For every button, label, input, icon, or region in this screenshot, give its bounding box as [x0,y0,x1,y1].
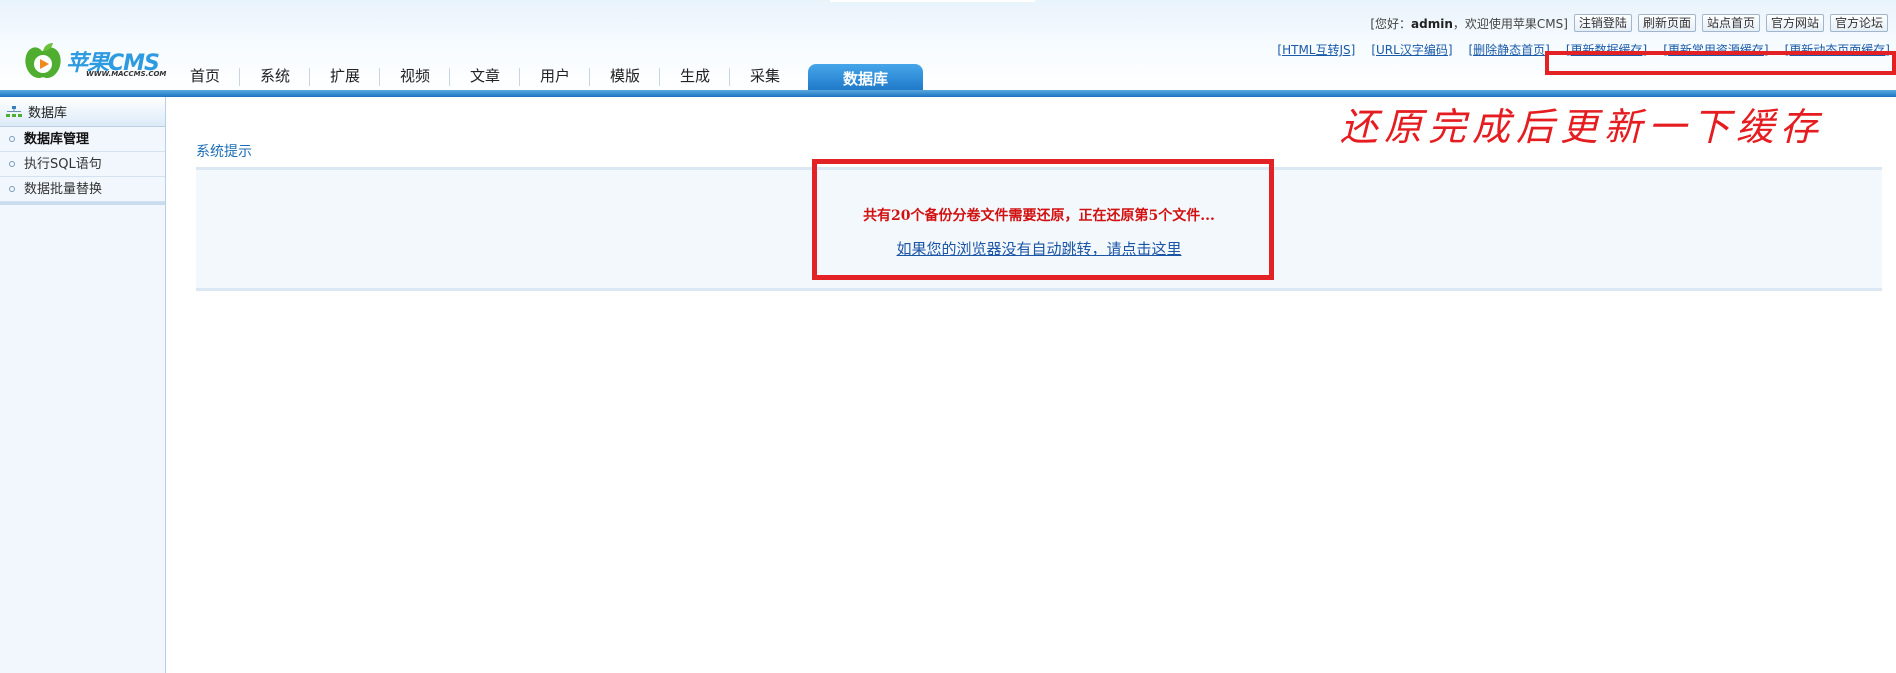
greeting-user: admin [1411,16,1453,31]
refresh-button[interactable]: 刷新页面 [1637,14,1696,32]
bullet-icon [9,186,15,192]
nav-label: 模版 [609,67,640,85]
user-toolbar: [您好：admin，欢迎使用苹果CMS] 注销登陆 刷新页面 站点首页 官方网站… [1370,14,1888,32]
page-title: 系统提示 [196,144,252,160]
nav-label: 采集 [749,67,780,85]
header: 苹果CMS WWW.MACCMS.COM 首页 系统 扩展 视频 文章 用户 模… [0,0,1896,97]
nav-template[interactable]: 模版 [590,62,660,90]
official-site-button[interactable]: 官方网站 [1765,14,1824,32]
site-home-button[interactable]: 站点首页 [1701,14,1760,32]
nav-video[interactable]: 视频 [380,62,450,90]
nav-label: 数据库 [842,70,888,88]
url-encode-link[interactable]: [URL汉字编码] [1371,41,1452,58]
sidebar-item-label: 数据批量替换 [24,181,103,197]
tree-icon [6,105,22,117]
annotation-highlight-cache-links [1545,51,1896,75]
main-nav: 首页 系统 扩展 视频 文章 用户 模版 生成 采集 数据库 [170,62,923,94]
bullet-icon [9,136,15,142]
bullet-icon [9,161,15,167]
sidebar: 数据库 数据库管理 执行SQL语句 数据批量替换 [0,97,166,673]
nav-label: 系统 [259,67,290,85]
sidebar-item-exec-sql[interactable]: 执行SQL语句 [0,152,165,177]
sidebar-title-label: 数据库 [28,106,68,121]
sidebar-item-label: 执行SQL语句 [24,156,102,172]
sidebar-item-batch-replace[interactable]: 数据批量替换 [0,177,165,202]
nav-collect[interactable]: 采集 [730,62,800,90]
nav-generate[interactable]: 生成 [660,62,730,90]
logo-url: WWW.MACCMS.COM [86,70,167,78]
greeting-prefix: [您好： [1370,16,1412,31]
annotation-highlight-message [812,159,1274,280]
sidebar-item-label: 数据库管理 [24,131,90,147]
nav-label: 首页 [189,67,220,85]
annotation-text: 还原完成后更新一下缓存 [1340,105,1825,149]
nav-database[interactable]: 数据库 [808,64,923,94]
sidebar-divider [0,202,165,205]
nav-extend[interactable]: 扩展 [310,62,380,90]
sidebar-title: 数据库 [0,97,165,127]
greeting: [您好：admin，欢迎使用苹果CMS] [1370,15,1568,32]
greeting-suffix: ，欢迎使用苹果CMS] [1452,16,1568,31]
nav-home[interactable]: 首页 [170,62,240,90]
official-forum-button[interactable]: 官方论坛 [1829,14,1888,32]
delete-static-home-link[interactable]: [删除静态首页] [1469,41,1550,58]
logout-button[interactable]: 注销登陆 [1573,14,1632,32]
nav-user[interactable]: 用户 [520,62,590,90]
nav-label: 生成 [679,67,710,85]
nav-label: 文章 [469,67,500,85]
nav-label: 视频 [399,67,430,85]
logo[interactable]: 苹果CMS WWW.MACCMS.COM [22,38,172,86]
nav-system[interactable]: 系统 [240,62,310,90]
top-strip [830,0,1035,2]
nav-label: 用户 [539,67,570,85]
sidebar-item-db-manage[interactable]: 数据库管理 [0,127,165,152]
nav-label: 扩展 [329,67,360,85]
nav-article[interactable]: 文章 [450,62,520,90]
html-to-js-link[interactable]: [HTML互转JS] [1277,41,1355,58]
apple-logo-icon [25,43,61,79]
